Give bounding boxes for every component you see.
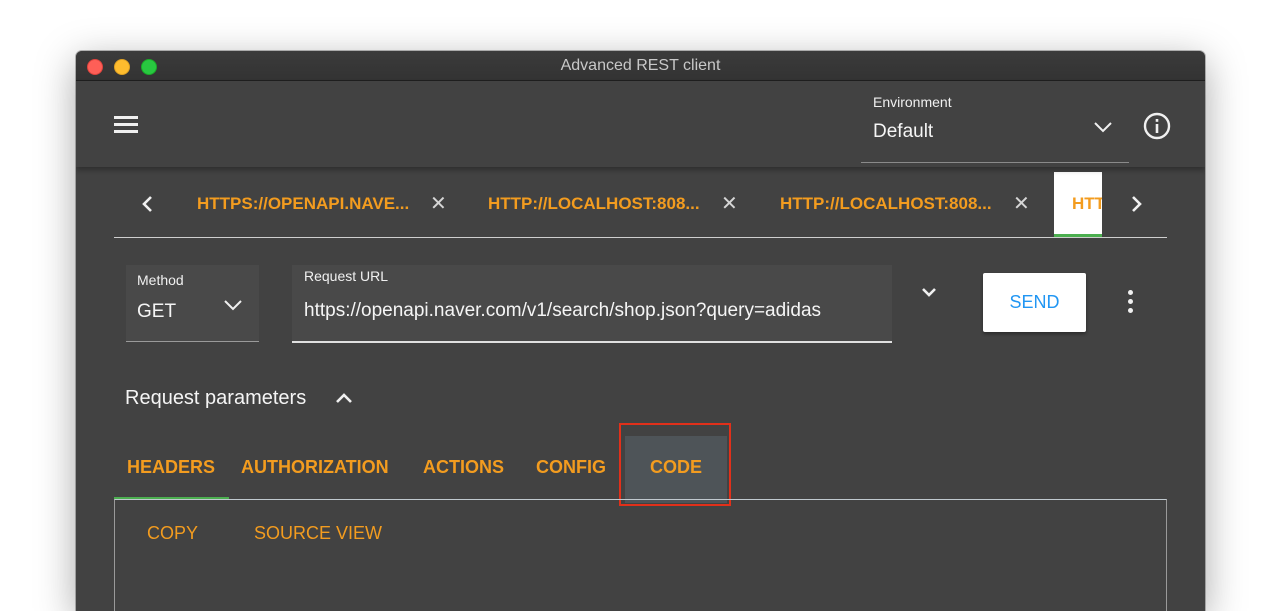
url-input[interactable]: https://openapi.naver.com/v1/search/shop… xyxy=(304,300,821,322)
close-icon[interactable]: ✕ xyxy=(721,172,738,236)
app-window: Advanced REST client Environment Default… xyxy=(76,51,1205,611)
send-button[interactable]: SEND xyxy=(983,273,1086,332)
chevron-down-icon[interactable] xyxy=(1091,115,1115,139)
title-bar: Advanced REST client xyxy=(76,51,1205,81)
source-view-button[interactable]: SOURCE VIEW xyxy=(254,521,382,545)
request-parameters-title[interactable]: Request parameters xyxy=(125,387,306,410)
chevron-right-icon[interactable] xyxy=(1124,192,1148,216)
app-toolbar: Environment Default xyxy=(76,81,1205,167)
info-icon[interactable] xyxy=(1143,112,1171,140)
close-icon[interactable]: ✕ xyxy=(1013,172,1030,236)
expand-more-icon[interactable] xyxy=(917,280,941,304)
close-icon[interactable]: ✕ xyxy=(430,172,447,236)
request-tab-3[interactable]: HTTP://LOCALHOST:808... xyxy=(780,172,992,236)
chevron-up-icon[interactable] xyxy=(332,387,356,411)
chevron-down-icon[interactable] xyxy=(221,293,245,317)
environment-underline xyxy=(861,162,1129,163)
tab-headers[interactable]: HEADERS xyxy=(127,455,215,479)
environment-value[interactable]: Default xyxy=(873,121,933,143)
url-label: Request URL xyxy=(304,268,389,284)
request-tab-2[interactable]: HTTP://LOCALHOST:808... xyxy=(488,172,700,236)
more-vert-icon[interactable] xyxy=(1122,290,1140,316)
request-tab-active[interactable]: HTT xyxy=(1054,172,1102,236)
method-value[interactable]: GET xyxy=(137,301,176,323)
copy-button[interactable]: COPY xyxy=(147,521,198,545)
method-label: Method xyxy=(137,272,184,288)
environment-label: Environment xyxy=(873,94,952,110)
tab-authorization[interactable]: AUTHORIZATION xyxy=(241,455,389,479)
request-tabs-bar: HTTPS://OPENAPI.NAVE... ✕ HTTP://LOCALHO… xyxy=(114,172,1167,238)
window-title: Advanced REST client xyxy=(560,57,721,74)
tab-actions[interactable]: ACTIONS xyxy=(423,455,504,479)
chevron-left-icon[interactable] xyxy=(136,192,160,216)
method-underline xyxy=(126,341,259,342)
url-underline xyxy=(292,341,892,343)
request-tab-1[interactable]: HTTPS://OPENAPI.NAVE... xyxy=(197,172,409,236)
highlight-box xyxy=(619,423,731,506)
tabs-divider xyxy=(114,237,1167,238)
hamburger-menu-icon[interactable] xyxy=(112,114,140,136)
headers-panel xyxy=(114,499,1167,611)
tab-config[interactable]: CONFIG xyxy=(536,455,606,479)
